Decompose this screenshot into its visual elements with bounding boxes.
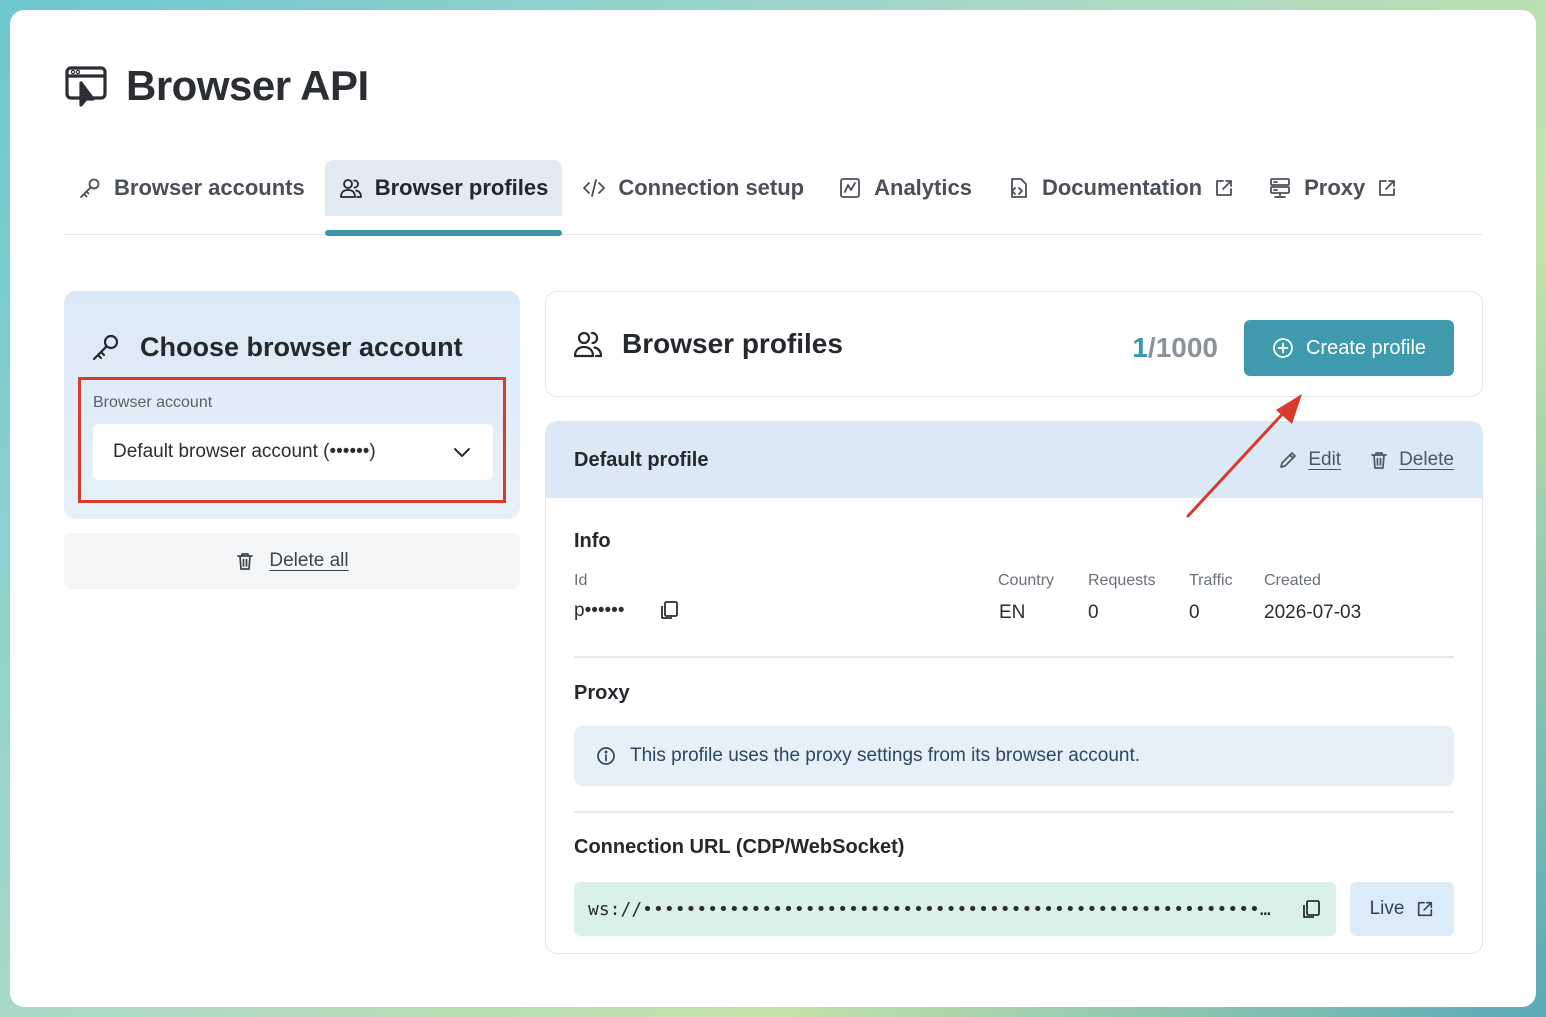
delete-all-label: Delete all xyxy=(269,550,349,571)
trash-icon xyxy=(1371,452,1387,469)
highlight-box: Browser account Default browser account … xyxy=(78,377,506,503)
tab-analytics[interactable]: Analytics xyxy=(824,160,986,216)
tab-label: Documentation xyxy=(1041,175,1203,200)
profile-card-header: Default profile Edit Delete xyxy=(546,422,1482,498)
profile-card: Default profile Edit Delete Info Id p•••… xyxy=(545,421,1483,954)
external-link-icon xyxy=(1418,901,1433,917)
page-title: Browser API xyxy=(126,62,369,109)
live-button[interactable]: Live xyxy=(1350,882,1454,936)
created-label: Created xyxy=(1264,572,1321,589)
requests-label: Requests xyxy=(1088,572,1156,589)
tab-documentation[interactable]: Documentation xyxy=(992,160,1248,216)
tab-label: Proxy xyxy=(1304,175,1366,200)
copy-url-icon[interactable] xyxy=(1300,898,1322,920)
page-header: Browser API xyxy=(64,62,369,110)
tab-browser-accounts[interactable]: Browser accounts xyxy=(64,160,319,216)
server-icon xyxy=(1270,178,1290,198)
info-section-title: Info xyxy=(574,530,611,552)
external-link-icon xyxy=(1379,180,1396,196)
trash-icon xyxy=(237,553,254,570)
plus-circle-icon xyxy=(1273,338,1293,358)
code-icon xyxy=(583,179,606,197)
pencil-icon xyxy=(1280,452,1297,468)
country-label: Country xyxy=(998,572,1055,589)
traffic-value: 0 xyxy=(1189,602,1200,623)
users-icon xyxy=(339,179,362,198)
profiles-title: Browser profiles xyxy=(572,328,843,360)
tab-bar: Browser accounts Browser profiles Connec… xyxy=(64,160,1482,236)
tab-label: Browser profiles xyxy=(374,175,549,200)
chart-icon xyxy=(840,178,861,198)
traffic-label: Traffic xyxy=(1189,572,1233,589)
profile-actions: Edit Delete xyxy=(1250,449,1454,471)
edit-button[interactable]: Edit xyxy=(1278,449,1341,471)
tab-connection-setup[interactable]: Connection setup xyxy=(568,160,818,216)
id-label: Id xyxy=(574,572,588,589)
panel-title: Choose browser account xyxy=(90,331,463,363)
divider xyxy=(574,656,1454,658)
info-icon xyxy=(597,747,615,765)
create-profile-button[interactable]: Create profile xyxy=(1244,320,1454,376)
external-link-icon xyxy=(1216,180,1232,196)
key-icon xyxy=(92,334,119,361)
requests-value: 0 xyxy=(1088,602,1099,623)
divider xyxy=(574,811,1454,813)
delete-button[interactable]: Delete xyxy=(1369,449,1454,471)
tab-browser-profiles[interactable]: Browser profiles xyxy=(324,160,563,236)
selected-account: Default browser account (••••••) xyxy=(113,441,376,462)
connection-url: ws://•••••••••••••••••••••••••••••••••••… xyxy=(588,898,1271,920)
created-value: 2026-07-03 xyxy=(1264,602,1362,623)
copy-id-icon[interactable] xyxy=(658,599,680,621)
tab-proxy[interactable]: Proxy xyxy=(1254,160,1411,216)
country-value: EN xyxy=(999,602,1026,623)
chevron-down-icon xyxy=(454,448,470,457)
choose-account-panel: Choose browser account Browser account D… xyxy=(64,291,520,519)
users-icon xyxy=(573,331,603,358)
key-icon xyxy=(80,178,100,198)
profile-name: Default profile xyxy=(574,448,709,471)
browser-account-select[interactable]: Default browser account (••••••) xyxy=(93,424,493,480)
delete-all-button[interactable]: Delete all xyxy=(64,533,520,589)
create-profile-label: Create profile xyxy=(1305,336,1427,359)
browser-account-label: Browser account xyxy=(93,394,213,411)
profiles-header-card: Browser profiles 1/1000 Create profile xyxy=(545,291,1483,397)
tab-label: Browser accounts xyxy=(114,175,305,200)
connection-section-title: Connection URL (CDP/WebSocket) xyxy=(574,836,905,858)
app-window: Browser API Browser accounts Browser pro… xyxy=(10,10,1536,1007)
tab-label: Connection setup xyxy=(618,175,805,200)
profile-counter: 1/1000 xyxy=(1132,332,1218,363)
tab-label: Analytics xyxy=(874,175,972,200)
proxy-info-note: This profile uses the proxy settings fro… xyxy=(574,726,1454,786)
connection-url-field[interactable]: ws://•••••••••••••••••••••••••••••••••••… xyxy=(574,882,1336,936)
docs-icon xyxy=(1011,178,1027,198)
proxy-section-title: Proxy xyxy=(574,682,630,704)
id-value: p•••••• xyxy=(574,600,625,621)
browser-cursor-icon xyxy=(65,66,107,107)
